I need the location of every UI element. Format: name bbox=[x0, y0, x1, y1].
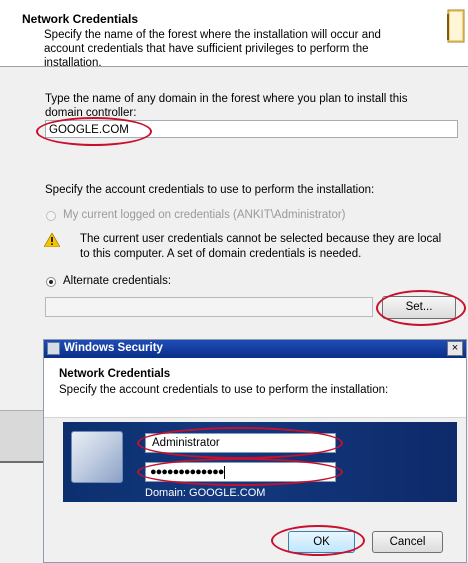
credentials-book-icon bbox=[447, 9, 465, 43]
cancel-button[interactable]: Cancel bbox=[372, 531, 443, 553]
alternate-credentials-radio[interactable] bbox=[46, 277, 56, 287]
password-mask: ●●●●●●●●●●●●● bbox=[150, 466, 224, 478]
username-input[interactable]: Administrator bbox=[145, 433, 336, 453]
set-credentials-button[interactable]: Set... bbox=[382, 296, 456, 319]
warning-message: The current user credentials cannot be s… bbox=[80, 233, 442, 260]
ok-button[interactable]: OK bbox=[288, 531, 355, 553]
security-icon bbox=[47, 342, 60, 355]
text-caret bbox=[224, 465, 226, 479]
warning-icon bbox=[44, 233, 60, 247]
wizard-bottom-panel bbox=[0, 410, 45, 463]
domain-note: Domain: GOOGLE.COM bbox=[145, 487, 266, 499]
dialog-subtitle: Specify the account credentials to use t… bbox=[59, 384, 389, 396]
alternate-credentials-field[interactable] bbox=[45, 297, 373, 317]
domain-label: Type the name of any domain in the fores… bbox=[45, 93, 408, 119]
domain-name-input[interactable]: GOOGLE.COM bbox=[45, 120, 458, 138]
close-button[interactable]: × bbox=[447, 341, 463, 356]
account-credentials-label: Specify the account credentials to use t… bbox=[45, 184, 375, 196]
wizard-title: Network Credentials bbox=[22, 12, 139, 26]
user-tile-icon bbox=[71, 431, 123, 483]
wizard-subtitle: Specify the name of the forest where the… bbox=[44, 29, 381, 69]
current-credentials-label: My current logged on credentials (ANKIT\… bbox=[63, 209, 346, 221]
current-credentials-radio[interactable] bbox=[46, 211, 56, 221]
alternate-credentials-label: Alternate credentials: bbox=[63, 275, 172, 287]
dialog-title: Windows Security bbox=[64, 342, 163, 354]
password-input[interactable]: ●●●●●●●●●●●●● bbox=[145, 462, 336, 482]
dialog-heading: Network Credentials bbox=[59, 368, 171, 380]
